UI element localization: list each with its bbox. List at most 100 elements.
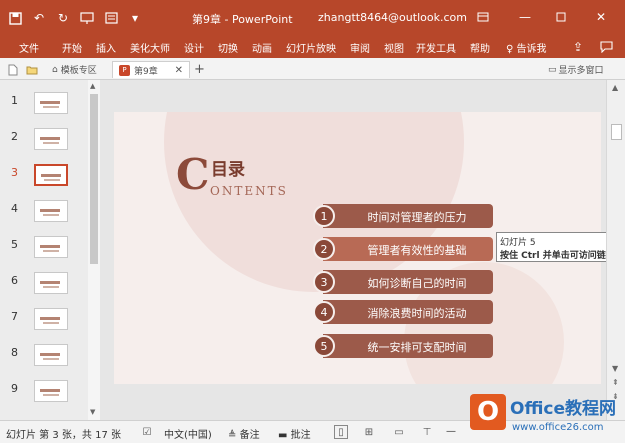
thumbnail-image	[34, 200, 68, 222]
scroll-thumb[interactable]	[90, 94, 98, 264]
tab-insert[interactable]: 插入	[96, 40, 116, 55]
scroll-up-icon[interactable]: ▲	[612, 83, 618, 92]
minimize-icon[interactable]: —	[514, 8, 536, 26]
watermark-brand: Office教程网	[510, 399, 617, 419]
comments-button[interactable]: ▬ 批注	[278, 426, 311, 441]
toc-item-4[interactable]: 4 消除浪费时间的活动	[313, 300, 493, 324]
toc-label: 统一安排可支配时间	[367, 341, 467, 354]
document-title: 第9章 - PowerPoint	[192, 13, 293, 26]
notes-icon: ≜	[228, 430, 237, 441]
open-folder-icon[interactable]	[26, 61, 38, 78]
slide-count: 幻灯片 第 3 张，共 17 张	[6, 430, 121, 441]
toc-number: 3	[313, 271, 335, 293]
comments-icon[interactable]	[598, 39, 614, 55]
slide-subtitle: ONTENTS	[210, 184, 288, 198]
slide-sorter-icon[interactable]: ⊞	[362, 425, 376, 439]
previous-slide-icon[interactable]: ⇞	[612, 378, 619, 387]
scroll-down-icon[interactable]: ▼	[612, 364, 618, 373]
ribbon-display-icon[interactable]	[472, 8, 494, 26]
thumbnail-image	[34, 272, 68, 294]
new-tab-icon[interactable]: +	[194, 61, 205, 78]
window-icon: ▭	[548, 64, 557, 75]
tab-file[interactable]: 文件	[19, 40, 39, 55]
thumbnail-slide-8[interactable]: 8	[0, 340, 88, 370]
close-tab-icon[interactable]: ✕	[175, 65, 183, 76]
tab-home[interactable]: 开始	[62, 40, 82, 55]
scroll-up-icon[interactable]: ▲	[90, 82, 95, 90]
slideshow-view-icon[interactable]: ⊤	[420, 425, 434, 439]
ppt-file-icon: P	[119, 64, 130, 76]
thumbnail-image	[34, 344, 68, 366]
tab-design[interactable]: 设计	[184, 40, 204, 55]
tab-view[interactable]: 视图	[384, 40, 404, 55]
thumbnail-slide-9[interactable]: 9	[0, 376, 88, 406]
thumbnail-slide-1[interactable]: 1	[0, 88, 88, 118]
watermark-url: www.office26.com	[512, 422, 604, 433]
share-icon[interactable]: ⇪	[570, 39, 586, 55]
toc-item-2[interactable]: 2 管理者有效性的基础	[313, 237, 493, 261]
editor-scrollbar[interactable]: ▲ ▼ ⇞ ⇟	[606, 80, 625, 420]
title-bar: ↶ ↻ ▾ 第9章 - PowerPoint zhangtt8464@outlo…	[0, 0, 625, 36]
scroll-thumb[interactable]	[611, 124, 622, 140]
toc-item-1[interactable]: 1 时间对管理者的压力	[313, 204, 493, 228]
thumbnail-image	[34, 308, 68, 330]
tab-chapter9[interactable]: P 第9章 ✕	[112, 61, 190, 78]
normal-view-icon[interactable]: ▯	[334, 425, 348, 439]
tell-me[interactable]: ♀ 告诉我	[506, 40, 547, 55]
toc-label: 时间对管理者的压力	[367, 211, 467, 224]
tab-review[interactable]: 审阅	[350, 40, 370, 55]
lightbulb-icon: ♀	[506, 44, 514, 55]
ribbon-tabs: 文件 开始 插入 美化大师 设计 切换 动画 幻灯片放映 审阅 视图 开发工具 …	[0, 36, 625, 58]
toc-label: 管理者有效性的基础	[367, 244, 467, 257]
thumbnail-image	[34, 128, 68, 150]
decor-circle	[164, 112, 464, 292]
thumbnail-slide-3[interactable]: 3	[0, 160, 88, 190]
redo-icon[interactable]: ↻	[54, 9, 72, 27]
thumbnail-image-selected	[34, 164, 68, 186]
customize-qat-icon[interactable]: ▾	[126, 9, 144, 27]
toc-number: 5	[313, 335, 335, 357]
toc-item-3[interactable]: 3 如何诊断自己的时间	[313, 270, 493, 294]
multi-window-toggle[interactable]: ▭ 显示多窗口	[548, 61, 604, 78]
toc-label: 如何诊断自己的时间	[367, 277, 467, 290]
new-doc-icon[interactable]	[8, 61, 18, 78]
undo-icon[interactable]: ↶	[30, 9, 48, 27]
tab-help[interactable]: 帮助	[470, 40, 490, 55]
tooltip-target: 幻灯片 5	[500, 238, 536, 248]
watermark: O Office教程网 www.office26.com	[470, 392, 620, 440]
account-email[interactable]: zhangtt8464@outlook.com	[318, 11, 467, 24]
tooltip-hint: 按住 Ctrl 并单击可访问链接	[500, 251, 615, 261]
thumbnail-slide-6[interactable]: 6	[0, 268, 88, 298]
thumbnail-image	[34, 236, 68, 258]
comment-icon: ▬	[278, 430, 288, 441]
scroll-down-icon[interactable]: ▼	[90, 408, 95, 416]
reading-view-icon[interactable]: ▭	[392, 425, 406, 439]
notes-button[interactable]: ≜ 备注	[228, 426, 260, 441]
save-icon[interactable]	[6, 9, 24, 27]
tab-slideshow[interactable]: 幻灯片放映	[286, 40, 336, 55]
tab-animations[interactable]: 动画	[252, 40, 272, 55]
thumbnail-slide-7[interactable]: 7	[0, 304, 88, 334]
zoom-out-icon[interactable]: —	[446, 426, 456, 437]
present-icon[interactable]	[78, 9, 96, 27]
maximize-icon[interactable]	[550, 8, 572, 26]
tab-developer[interactable]: 开发工具	[416, 40, 456, 55]
office-logo-icon: O	[470, 394, 506, 430]
language-indicator[interactable]: 中文(中国)	[164, 426, 212, 441]
tab-transitions[interactable]: 切换	[218, 40, 238, 55]
thumbnail-image	[34, 380, 68, 402]
layout-icon[interactable]	[102, 9, 120, 27]
thumbnail-slide-4[interactable]: 4	[0, 196, 88, 226]
close-icon[interactable]: ✕	[590, 8, 612, 26]
slide-title: 目录	[211, 160, 245, 180]
slide-thumbnail-panel: 1 2 3 4 5 6 7 8 9 ▲ ▼	[0, 80, 100, 420]
thumbnail-slide-2[interactable]: 2	[0, 124, 88, 154]
toc-item-5[interactable]: 5 统一安排可支配时间	[313, 334, 493, 358]
tab-template-zone[interactable]: ⌂ 模板专区	[52, 61, 97, 78]
home-icon: ⌂	[52, 64, 58, 75]
tab-meihua[interactable]: 美化大师	[130, 40, 170, 55]
thumbnail-scrollbar[interactable]: ▲ ▼	[88, 80, 100, 420]
spellcheck-icon[interactable]: ☑	[140, 425, 154, 439]
document-tabs: ⌂ 模板专区 P 第9章 ✕ + ▭ 显示多窗口	[0, 58, 625, 80]
thumbnail-slide-5[interactable]: 5	[0, 232, 88, 262]
